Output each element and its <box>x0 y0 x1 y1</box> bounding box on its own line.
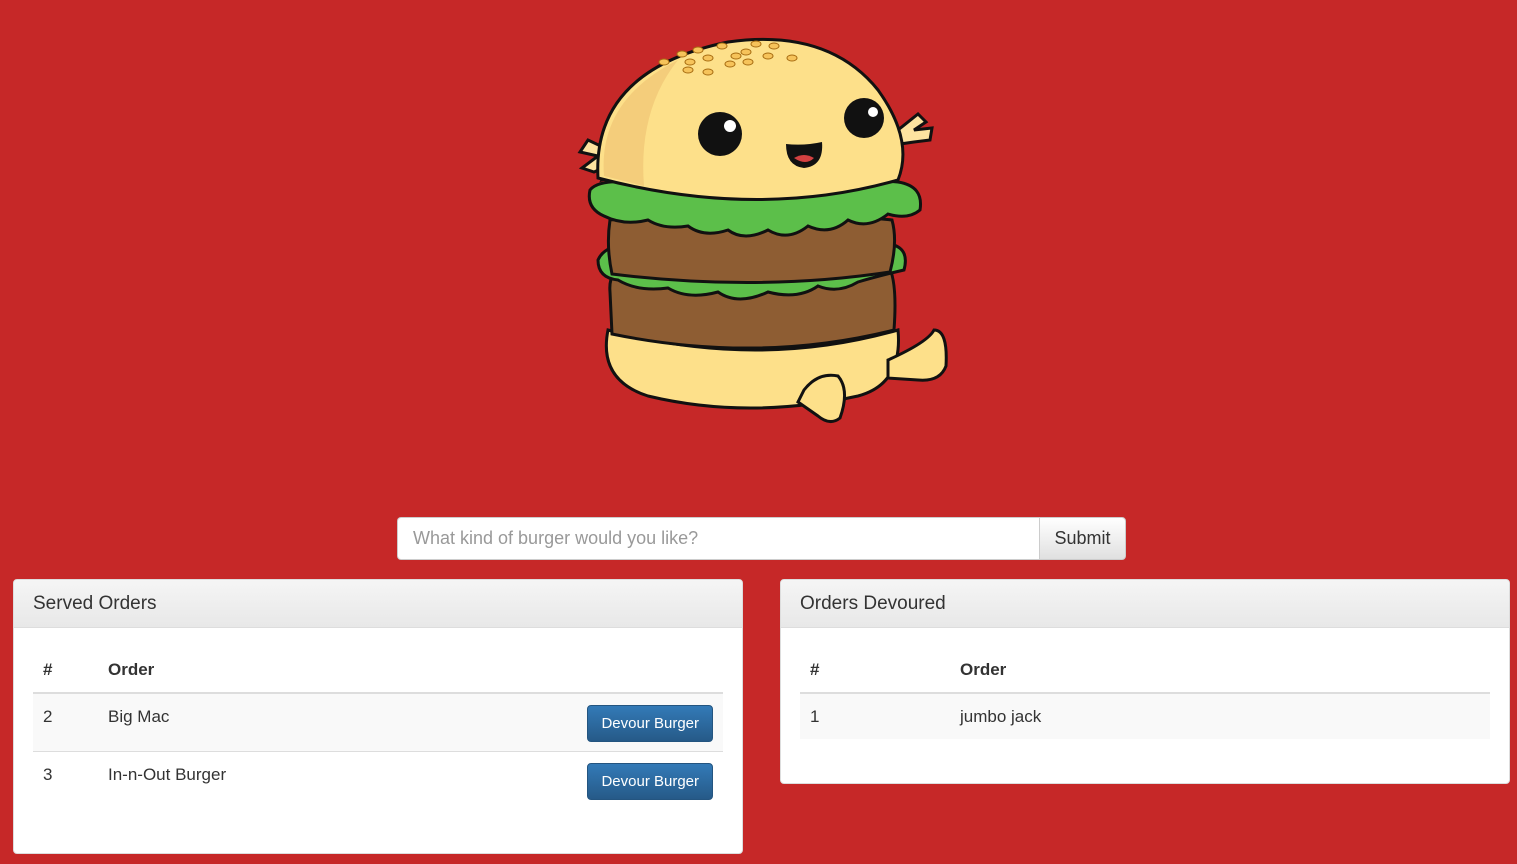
table-header-row: # Order <box>800 648 1490 694</box>
table-header-row: # Order <box>33 648 723 694</box>
submit-button[interactable]: Submit <box>1039 517 1126 560</box>
served-orders-panel: Served Orders # Order 2 Big Mac Devour B <box>13 579 743 854</box>
order-name-cell: Big Mac <box>98 693 403 752</box>
served-orders-body: # Order 2 Big Mac Devour Burger 3 In-n-O… <box>14 628 742 829</box>
table-row: 1 jumbo jack <box>800 693 1490 739</box>
order-form: Submit <box>397 517 1126 560</box>
order-action-cell: Devour Burger <box>402 693 723 752</box>
order-name-cell: In-n-Out Burger <box>98 752 402 810</box>
column-header-order: Order <box>950 648 1490 694</box>
page: Submit Served Orders # Order 2 Big Mac <box>0 0 1517 864</box>
table-row: 3 In-n-Out Burger Devour Burger <box>33 752 723 810</box>
order-name: In-n-Out Burger <box>108 765 227 784</box>
order-name: Big Mac <box>108 707 170 726</box>
order-name: jumbo jack <box>960 707 1042 726</box>
column-header-action <box>402 648 723 694</box>
order-number: 3 <box>43 765 53 784</box>
column-header-number: # <box>33 648 98 694</box>
order-number-cell: 1 <box>800 693 950 739</box>
burger-order-input[interactable] <box>397 517 1039 560</box>
burger-mascot-icon <box>577 37 948 423</box>
orders-devoured-panel: Orders Devoured # Order 1 jumbo jack <box>780 579 1510 784</box>
orders-devoured-heading: Orders Devoured <box>781 580 1509 628</box>
table-row: 2 Big Mac Devour Burger <box>33 693 723 752</box>
served-orders-table: # Order 2 Big Mac Devour Burger 3 In-n-O… <box>33 648 723 809</box>
devour-burger-button[interactable]: Devour Burger <box>587 705 713 742</box>
order-number: 2 <box>43 707 53 726</box>
orders-devoured-body: # Order 1 jumbo jack <box>781 628 1509 759</box>
column-header-order: Order <box>98 648 403 694</box>
column-header-number: # <box>800 648 950 694</box>
order-number-cell: 2 <box>33 693 98 752</box>
order-action-cell: Devour Burger <box>402 752 723 810</box>
devour-burger-button[interactable]: Devour Burger <box>587 763 713 800</box>
order-number-cell: 3 <box>33 752 98 810</box>
order-number: 1 <box>810 707 820 726</box>
orders-devoured-table: # Order 1 jumbo jack <box>800 648 1490 739</box>
served-orders-heading: Served Orders <box>14 580 742 628</box>
order-name-cell: jumbo jack <box>950 693 1490 739</box>
